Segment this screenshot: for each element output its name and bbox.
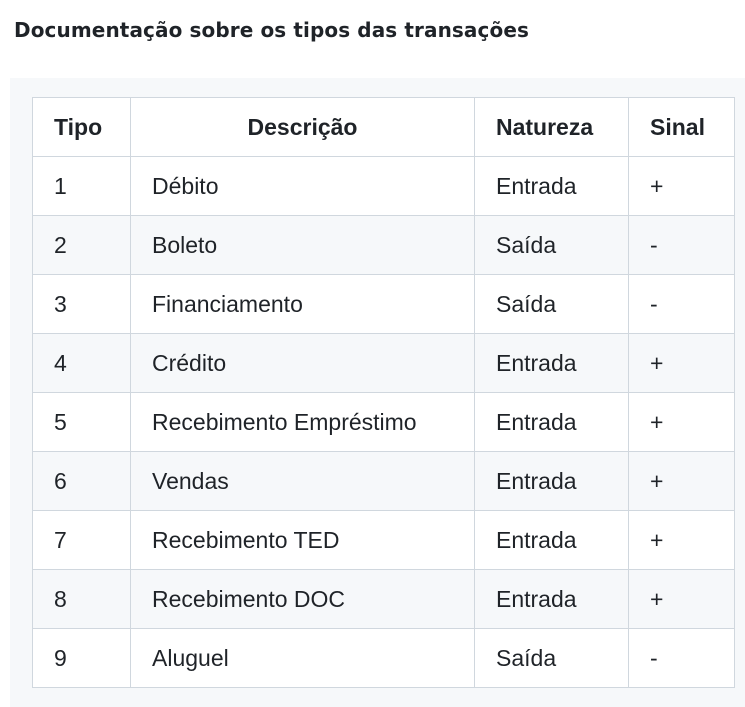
cell-natureza: Entrada <box>474 392 629 452</box>
cell-natureza: Saída <box>474 215 629 275</box>
table-row: 3 Financiamento Saída - <box>32 274 735 334</box>
cell-descricao: Recebimento TED <box>130 510 475 570</box>
cell-sinal: + <box>628 510 735 570</box>
cell-sinal: - <box>628 215 735 275</box>
table-row: 4 Crédito Entrada + <box>32 333 735 393</box>
table-row: 5 Recebimento Empréstimo Entrada + <box>32 392 735 452</box>
table-row: 1 Débito Entrada + <box>32 156 735 216</box>
table-row: 9 Aluguel Saída - <box>32 628 735 688</box>
cell-natureza: Entrada <box>474 156 629 216</box>
table-row: 6 Vendas Entrada + <box>32 451 735 511</box>
cell-descricao: Crédito <box>130 333 475 393</box>
cell-sinal: + <box>628 333 735 393</box>
cell-tipo: 1 <box>32 156 131 216</box>
cell-natureza: Saída <box>474 274 629 334</box>
cell-descricao: Débito <box>130 156 475 216</box>
cell-descricao: Aluguel <box>130 628 475 688</box>
cell-descricao: Recebimento DOC <box>130 569 475 629</box>
cell-tipo: 2 <box>32 215 131 275</box>
table-header-row: Tipo Descrição Natureza Sinal <box>32 97 735 157</box>
table-row: 7 Recebimento TED Entrada + <box>32 510 735 570</box>
transaction-types-table: Tipo Descrição Natureza Sinal 1 Débito E… <box>32 97 735 688</box>
cell-sinal: - <box>628 628 735 688</box>
cell-tipo: 3 <box>32 274 131 334</box>
cell-descricao: Vendas <box>130 451 475 511</box>
cell-tipo: 7 <box>32 510 131 570</box>
table-row: 2 Boleto Saída - <box>32 215 735 275</box>
cell-descricao: Financiamento <box>130 274 475 334</box>
cell-natureza: Entrada <box>474 569 629 629</box>
column-header-sinal: Sinal <box>628 97 735 157</box>
cell-natureza: Saída <box>474 628 629 688</box>
cell-sinal: - <box>628 274 735 334</box>
cell-descricao: Boleto <box>130 215 475 275</box>
page-title: Documentação sobre os tipos das transaçõ… <box>14 18 529 42</box>
cell-descricao: Recebimento Empréstimo <box>130 392 475 452</box>
table-row: 8 Recebimento DOC Entrada + <box>32 569 735 629</box>
cell-tipo: 9 <box>32 628 131 688</box>
column-header-natureza: Natureza <box>474 97 629 157</box>
cell-tipo: 4 <box>32 333 131 393</box>
cell-sinal: + <box>628 569 735 629</box>
cell-sinal: + <box>628 392 735 452</box>
column-header-descricao: Descrição <box>130 97 475 157</box>
cell-sinal: + <box>628 451 735 511</box>
cell-natureza: Entrada <box>474 510 629 570</box>
cell-tipo: 8 <box>32 569 131 629</box>
column-header-tipo: Tipo <box>32 97 131 157</box>
cell-natureza: Entrada <box>474 451 629 511</box>
cell-sinal: + <box>628 156 735 216</box>
cell-tipo: 5 <box>32 392 131 452</box>
cell-tipo: 6 <box>32 451 131 511</box>
table-container: Tipo Descrição Natureza Sinal 1 Débito E… <box>10 78 745 707</box>
cell-natureza: Entrada <box>474 333 629 393</box>
